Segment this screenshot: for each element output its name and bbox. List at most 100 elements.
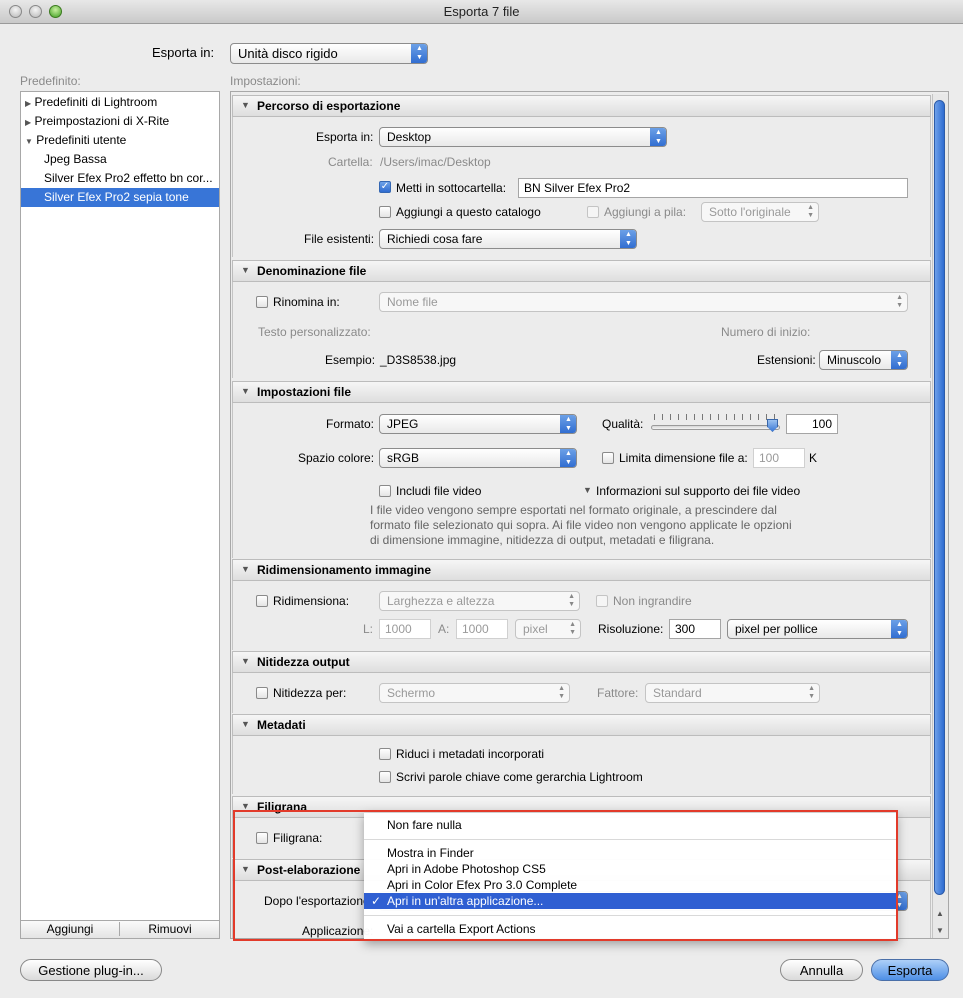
extensions-select[interactable]: Minuscolo ▲ ▼: [819, 350, 908, 370]
subfolder-label: Metti in sottocartella:: [396, 181, 507, 195]
subfolder-field[interactable]: BN Silver Efex Pro2: [518, 178, 908, 198]
minimize-metadata-checkbox[interactable]: [379, 748, 391, 760]
subfolder-checkbox[interactable]: ✓: [379, 181, 391, 193]
menu-item-open-photoshop[interactable]: Apri in Adobe Photoshop CS5: [364, 861, 897, 877]
format-select[interactable]: JPEG ▲ ▼: [379, 414, 577, 434]
scroll-down-icon[interactable]: ▼: [936, 926, 944, 935]
resolution-unit-select[interactable]: pixel per pollice ▲ ▼: [727, 619, 908, 639]
sharpen-checkbox[interactable]: [256, 687, 268, 699]
video-info-label[interactable]: Informazioni sul supporto dei file video: [596, 484, 800, 498]
resize-mode-select[interactable]: Larghezza e altezza ▲ ▼: [379, 591, 580, 611]
application-label: Applicazione:: [302, 924, 374, 938]
disclosure-open-icon[interactable]: ▼: [241, 265, 250, 275]
disclosure-open-icon[interactable]: ▼: [241, 656, 250, 666]
scroll-up-icon[interactable]: ▲: [936, 909, 944, 918]
disclosure-closed-icon[interactable]: ▶: [25, 118, 31, 127]
limit-size-label: Limita dimensione file a:: [619, 451, 748, 465]
add-catalog-label: Aggiungi a questo catalogo: [396, 205, 541, 219]
preset-item[interactable]: Silver Efex Pro2 effetto bn cor...: [21, 169, 219, 188]
add-stack-label: Aggiungi a pila:: [604, 205, 687, 219]
menu-item-open-color-efex[interactable]: Apri in Color Efex Pro 3.0 Complete: [364, 877, 897, 893]
popup-arrows-icon: ▲ ▼: [650, 128, 666, 146]
disclosure-open-icon[interactable]: ▼: [241, 864, 250, 874]
colorspace-select[interactable]: sRGB ▲ ▼: [379, 448, 577, 468]
existing-files-label: File esistenti:: [304, 232, 375, 246]
quality-slider[interactable]: [651, 425, 780, 430]
disclosure-open-icon[interactable]: ▼: [241, 100, 250, 110]
include-video-checkbox[interactable]: [379, 485, 391, 497]
sharpen-label: Nitidezza per:: [273, 686, 347, 700]
disclosure-open-icon[interactable]: ▼: [583, 485, 592, 495]
disclosure-open-icon[interactable]: ▼: [241, 564, 250, 574]
popup-arrows-icon: ▲ ▼: [568, 593, 575, 608]
popup-arrows-icon: ▲ ▼: [891, 351, 907, 369]
disclosure-open-icon[interactable]: ▼: [241, 386, 250, 396]
limit-size-checkbox[interactable]: [602, 452, 614, 464]
amount-select[interactable]: Standard ▲ ▼: [645, 683, 820, 703]
export-location-header[interactable]: ▼ Percorso di esportazione: [232, 95, 931, 117]
watermark-checkbox[interactable]: [256, 832, 268, 844]
popup-arrows-icon: ▲ ▼: [558, 685, 565, 700]
after-export-menu: Non fare nulla Mostra in Finder Apri in …: [364, 813, 897, 941]
preset-item-selected[interactable]: Silver Efex Pro2 sepia tone: [21, 188, 219, 207]
plugin-manager-button[interactable]: Gestione plug-in...: [20, 959, 162, 981]
preset-folder-xrite[interactable]: ▶ Preimpostazioni di X-Rite: [21, 112, 219, 131]
stack-position-select[interactable]: Sotto l'originale ▲ ▼: [701, 202, 819, 222]
popup-arrows-icon: ▲ ▼: [620, 230, 636, 248]
sharpen-for-select[interactable]: Schermo ▲ ▼: [379, 683, 570, 703]
height-field[interactable]: 1000: [456, 619, 508, 639]
after-export-label: Dopo l'esportazione:: [264, 894, 374, 908]
menu-item-open-other-app[interactable]: ✓ Apri in un'altra applicazione...: [364, 893, 897, 909]
colorspace-label: Spazio colore:: [298, 451, 375, 465]
export-to-select[interactable]: Unità disco rigido ▲ ▼: [230, 43, 428, 64]
rename-label: Rinomina in:: [273, 295, 340, 309]
menu-item-do-nothing[interactable]: Non fare nulla: [364, 817, 897, 833]
disclosure-open-icon[interactable]: ▼: [241, 801, 250, 811]
export-to-value: Unità disco rigido: [238, 46, 338, 61]
popup-arrows-icon: ▲ ▼: [411, 44, 427, 63]
add-catalog-checkbox[interactable]: [379, 206, 391, 218]
image-sizing-header[interactable]: ▼ Ridimensionamento immagine: [232, 559, 931, 581]
resize-checkbox[interactable]: [256, 595, 268, 607]
size-unit-select[interactable]: pixel ▲ ▼: [515, 619, 581, 639]
no-enlarge-label: Non ingrandire: [613, 594, 692, 608]
preset-folder-user[interactable]: ▼ Predefiniti utente: [21, 131, 219, 150]
preset-folder-lightroom[interactable]: ▶ Predefiniti di Lightroom: [21, 93, 219, 112]
metadata-header[interactable]: ▼ Metadati: [232, 714, 931, 736]
resolution-field[interactable]: 300: [669, 619, 721, 639]
file-naming-header[interactable]: ▼ Denominazione file: [232, 260, 931, 282]
scrollbar-thumb[interactable]: [934, 100, 945, 895]
export-in-label: Esporta in:: [316, 130, 374, 144]
width-field[interactable]: 1000: [379, 619, 431, 639]
example-value: _D3S8538.jpg: [380, 353, 457, 367]
preset-button-bar: Aggiungi Rimuovi: [21, 920, 219, 938]
width-label: L:: [363, 622, 374, 636]
disclosure-closed-icon[interactable]: ▶: [25, 99, 31, 108]
no-enlarge-checkbox[interactable]: [596, 595, 608, 607]
existing-files-select[interactable]: Richiedi cosa fare ▲ ▼: [379, 229, 637, 249]
disclosure-open-icon[interactable]: ▼: [241, 719, 250, 729]
output-sharpening-header[interactable]: ▼ Nitidezza output: [232, 651, 931, 673]
add-preset-button[interactable]: Aggiungi: [21, 922, 120, 936]
quality-field[interactable]: 100: [786, 414, 838, 434]
video-note-line-1: I file video vengono sempre esportati ne…: [370, 503, 777, 517]
remove-preset-button[interactable]: Rimuovi: [121, 922, 219, 936]
file-settings-header[interactable]: ▼ Impostazioni file: [232, 381, 931, 403]
rename-checkbox[interactable]: [256, 296, 268, 308]
disclosure-open-icon[interactable]: ▼: [25, 137, 33, 146]
export-button[interactable]: Esporta: [871, 959, 949, 981]
keywords-hierarchy-checkbox[interactable]: [379, 771, 391, 783]
preset-item[interactable]: Jpeg Bassa: [21, 150, 219, 169]
menu-item-export-actions-folder[interactable]: Vai a cartella Export Actions: [364, 921, 897, 937]
export-in-select[interactable]: Desktop ▲ ▼: [379, 127, 667, 147]
add-stack-checkbox[interactable]: [587, 206, 599, 218]
cancel-button[interactable]: Annulla: [780, 959, 863, 981]
minimize-metadata-label: Riduci i metadati incorporati: [396, 747, 545, 761]
popup-arrows-icon: ▲ ▼: [891, 620, 907, 638]
limit-size-field[interactable]: 100: [753, 448, 805, 468]
example-label: Esempio:: [325, 353, 376, 367]
menu-item-show-in-finder[interactable]: Mostra in Finder: [364, 845, 897, 861]
resolution-label: Risoluzione:: [598, 622, 664, 636]
popup-arrows-icon: ▲ ▼: [560, 415, 576, 433]
rename-template-select[interactable]: Nome file ▲ ▼: [379, 292, 908, 312]
